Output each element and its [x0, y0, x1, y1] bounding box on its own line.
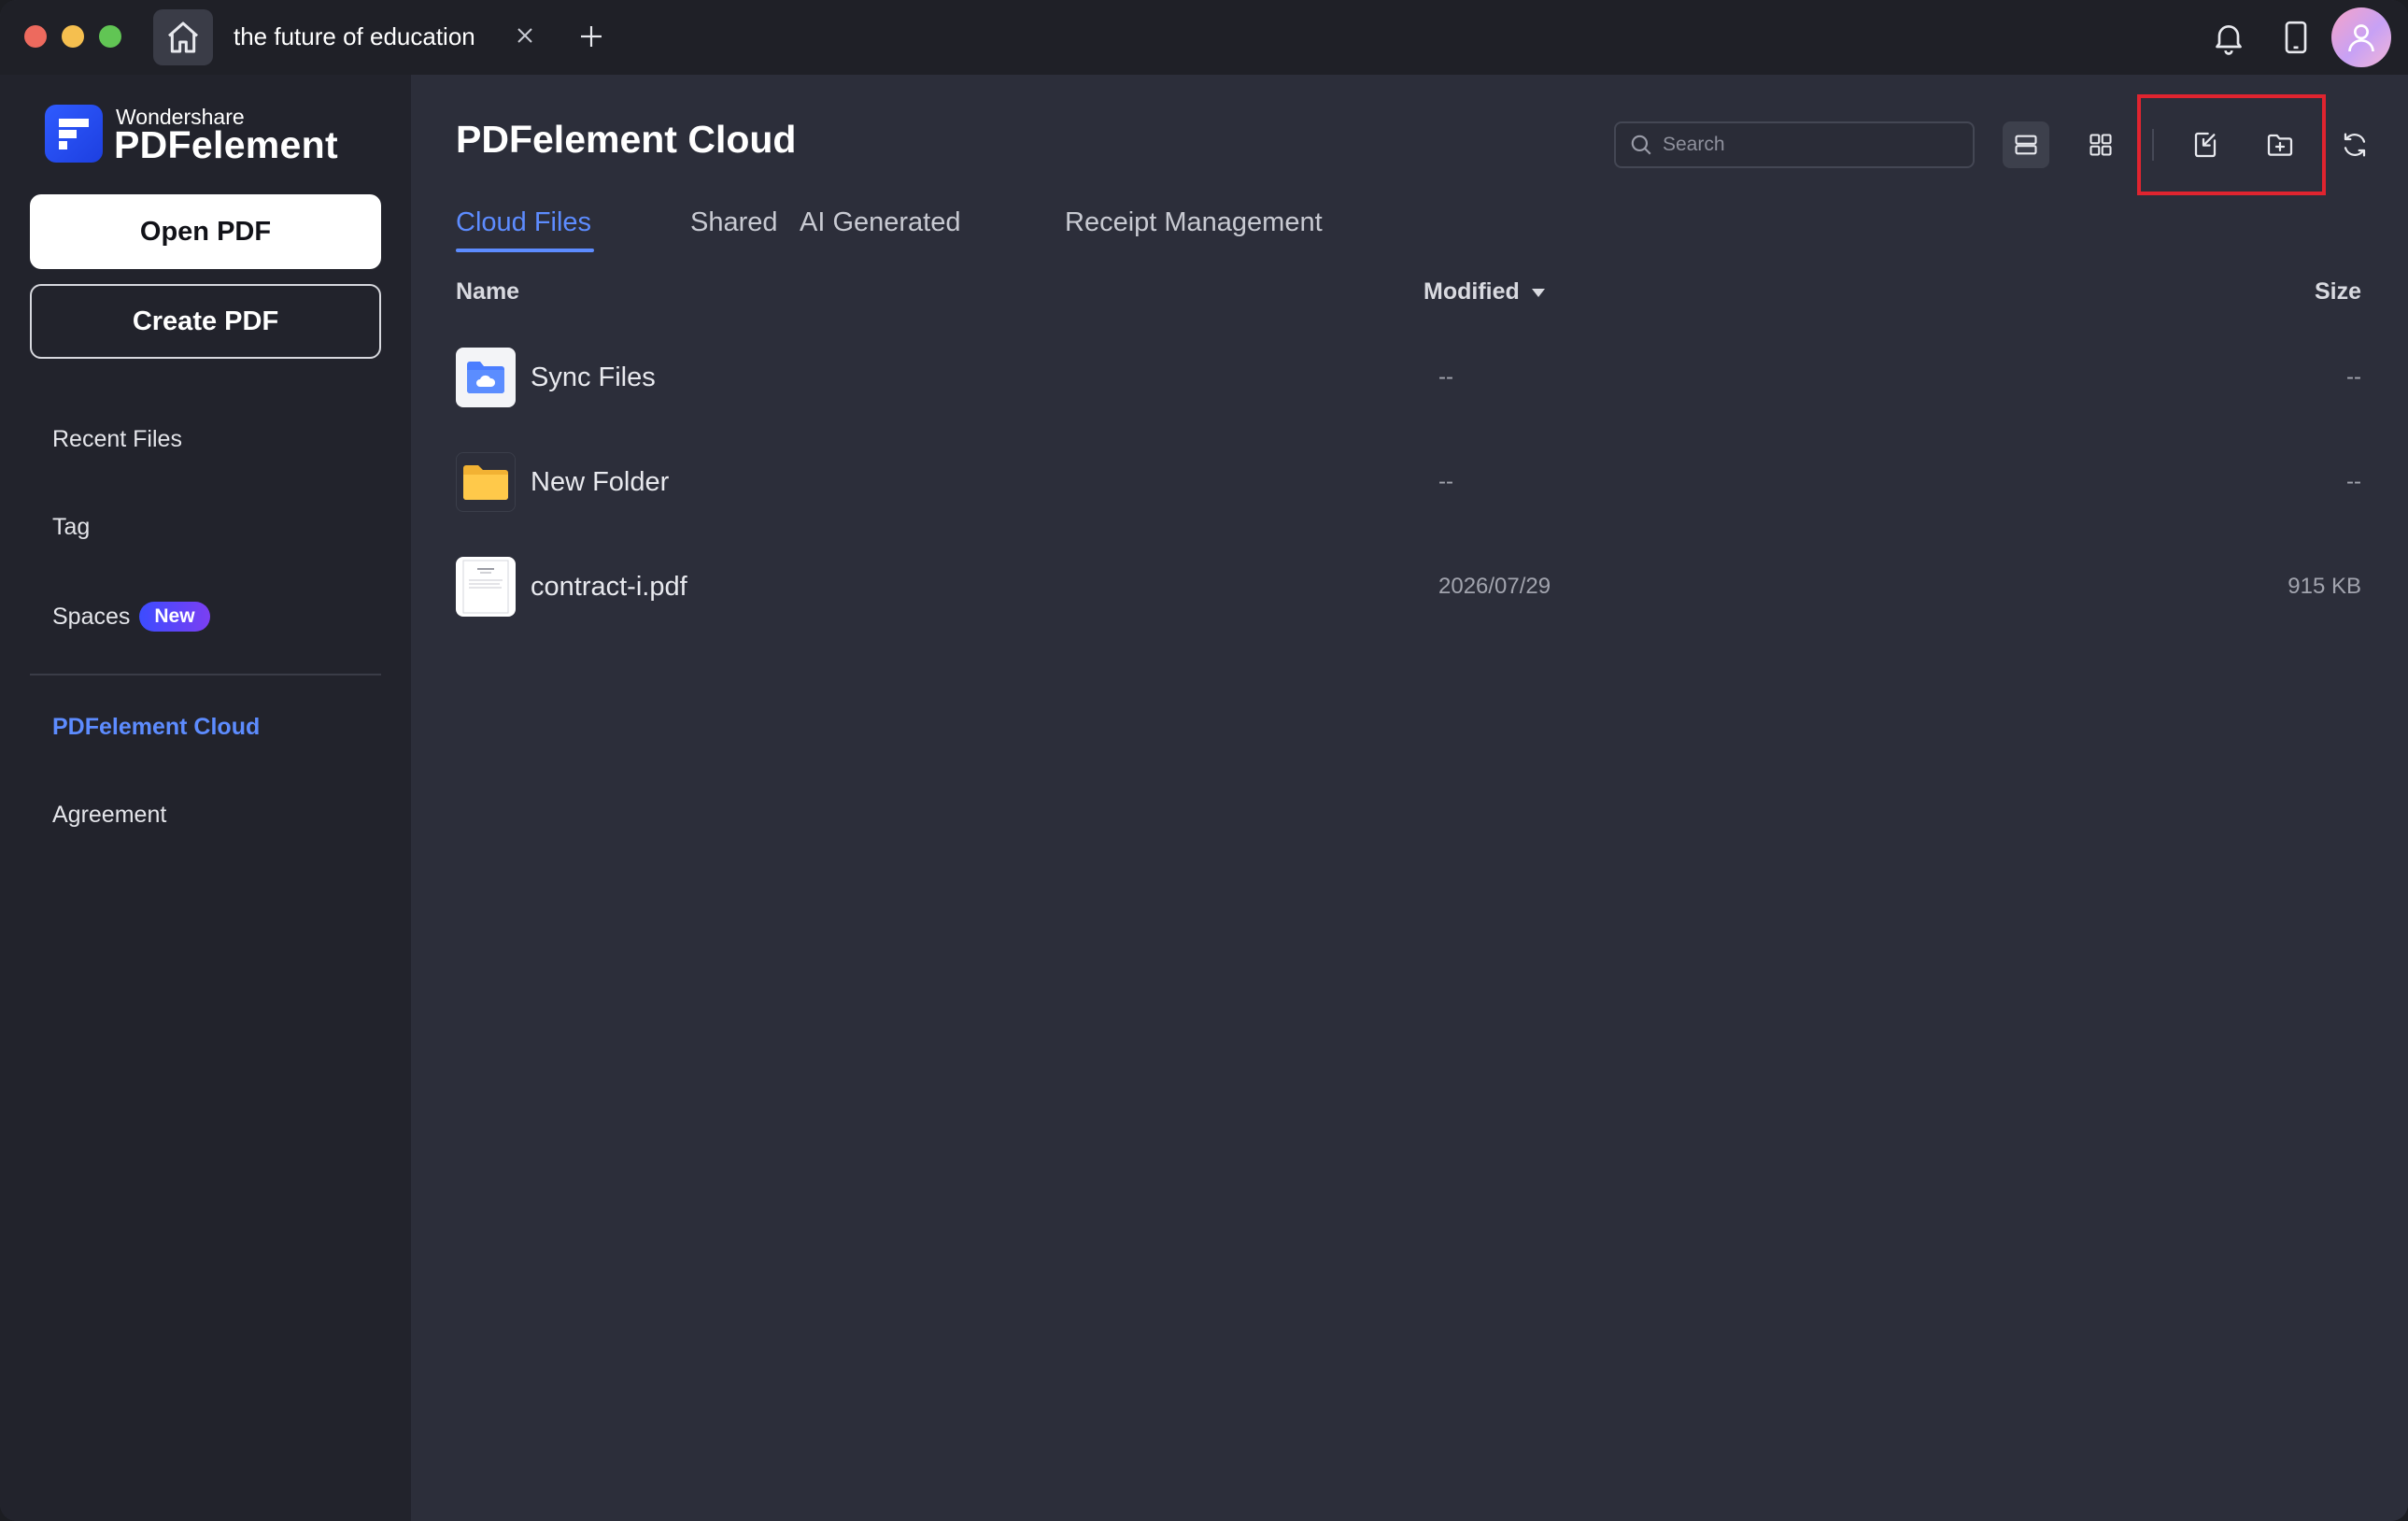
close-window-button[interactable] [24, 25, 47, 48]
search-input[interactable] [1663, 134, 1962, 156]
list-view-button[interactable] [2003, 121, 2049, 168]
plus-icon [581, 26, 602, 47]
sort-down-icon [1531, 288, 1545, 297]
user-icon [2348, 24, 2374, 52]
tab-ai-generated[interactable]: AI Generated [800, 207, 961, 238]
file-size: -- [2346, 469, 2361, 494]
file-row-contract-pdf[interactable]: contract-i.pdf 2026/07/29 915 KB [456, 555, 2361, 618]
file-row-sync-files[interactable]: Sync Files -- -- [456, 346, 2361, 409]
notifications-button[interactable] [2208, 17, 2249, 58]
new-tab-button[interactable] [575, 21, 607, 52]
column-header-name[interactable]: Name [456, 278, 519, 306]
brand-wordmark: PDFelement [114, 123, 338, 166]
folder-plus-icon [2267, 134, 2293, 156]
file-name: contract-i.pdf [531, 572, 687, 602]
user-avatar[interactable] [2331, 7, 2391, 67]
tablet-icon [2285, 21, 2307, 54]
column-header-label: Modified [1424, 278, 1520, 305]
sidebar-item-pdfelement-cloud[interactable]: PDFelement Cloud [52, 714, 260, 741]
sidebar: Wondershare PDFelement Open PDF Create P… [0, 75, 411, 1521]
pdf-thumbnail-icon [456, 557, 516, 617]
list-view-icon [2015, 135, 2037, 155]
file-modified: -- [1438, 469, 1453, 494]
document-tab-title[interactable]: the future of education [234, 22, 475, 51]
file-row-new-folder[interactable]: New Folder -- -- [456, 450, 2361, 514]
sidebar-item-recent-files[interactable]: Recent Files [52, 426, 182, 453]
upload-file-button[interactable] [2182, 121, 2229, 168]
file-name: Sync Files [531, 362, 656, 392]
page-title: PDFelement Cloud [456, 118, 797, 161]
active-tab-indicator [456, 249, 594, 252]
folder-icon [456, 452, 516, 512]
pdfelement-logo-icon [45, 105, 103, 163]
search-box[interactable] [1614, 121, 1975, 168]
cloud-folder-icon [456, 348, 516, 407]
home-icon [168, 21, 198, 53]
sidebar-divider [30, 674, 381, 675]
sidebar-item-spaces[interactable]: Spaces New [52, 602, 210, 632]
tab-cloud-files[interactable]: Cloud Files [456, 207, 591, 238]
import-file-icon [2194, 132, 2217, 158]
file-size: 915 KB [2288, 574, 2361, 599]
sidebar-item-tag[interactable]: Tag [52, 514, 90, 541]
maximize-window-button[interactable] [99, 25, 121, 48]
file-name: New Folder [531, 467, 670, 497]
grid-view-button[interactable] [2077, 121, 2124, 168]
column-header-size[interactable]: Size [2315, 278, 2361, 306]
tab-close-button[interactable] [512, 22, 538, 49]
file-modified: -- [1438, 364, 1453, 390]
open-pdf-button[interactable]: Open PDF [30, 194, 381, 269]
create-pdf-button[interactable]: Create PDF [30, 284, 381, 359]
mobile-device-button[interactable] [2275, 17, 2316, 58]
close-icon [517, 28, 532, 43]
title-bar: the future of education [0, 0, 2408, 75]
minimize-window-button[interactable] [62, 25, 84, 48]
column-header-modified[interactable]: Modified [1424, 278, 1546, 306]
bell-icon [2216, 25, 2242, 55]
tab-receipt-management[interactable]: Receipt Management [1065, 207, 1323, 238]
new-folder-button[interactable] [2257, 121, 2303, 168]
sidebar-item-agreement[interactable]: Agreement [52, 802, 166, 829]
new-badge: New [139, 602, 210, 632]
main-content: PDFelement Cloud Search Cloud Files Shar… [411, 75, 2408, 1521]
file-size: -- [2346, 364, 2361, 390]
refresh-button[interactable] [2331, 121, 2378, 168]
grid-view-icon [2089, 134, 2112, 156]
tab-shared[interactable]: Shared [690, 207, 778, 238]
file-modified: 2026/07/29 [1438, 574, 1551, 599]
app-window: the future of education Wondershare PDFe… [0, 0, 2408, 1521]
search-icon [1631, 135, 1651, 155]
refresh-icon [2344, 133, 2366, 157]
sidebar-item-label: Spaces [52, 603, 131, 630]
home-button[interactable] [153, 9, 213, 65]
